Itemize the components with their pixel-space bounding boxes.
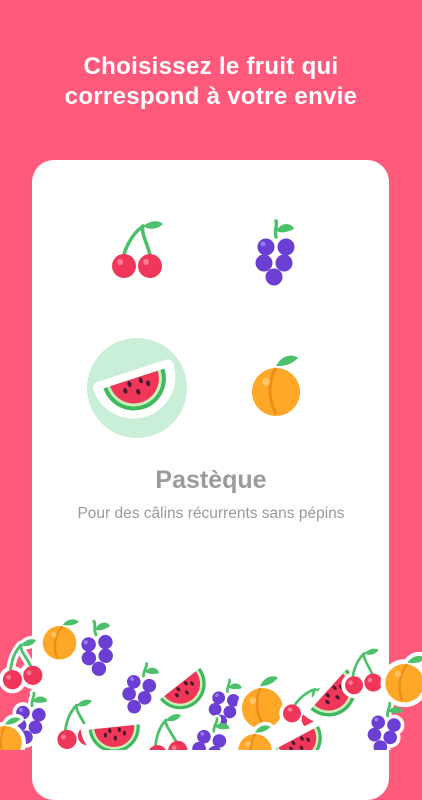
watermelon-icon [92, 343, 182, 433]
fruit-option-watermelon[interactable] [87, 338, 187, 438]
headline-line-2: correspond à votre envie [64, 83, 358, 110]
fruit-option-grape[interactable] [226, 205, 326, 305]
headline-line-1: Choisissez le fruit qui [83, 53, 339, 80]
fruit-option-cherry[interactable] [87, 200, 187, 300]
page-headline: Choisissez le fruit qui correspond à vot… [0, 52, 422, 112]
peach-icon [231, 343, 321, 433]
cherry-icon [92, 205, 182, 295]
selected-fruit-description: Pour des câlins récurrents sans pépins [77, 505, 345, 522]
selected-fruit-title: Pastèque [155, 466, 267, 494]
fruit-option-peach[interactable] [226, 338, 326, 438]
grape-icon [231, 210, 321, 300]
